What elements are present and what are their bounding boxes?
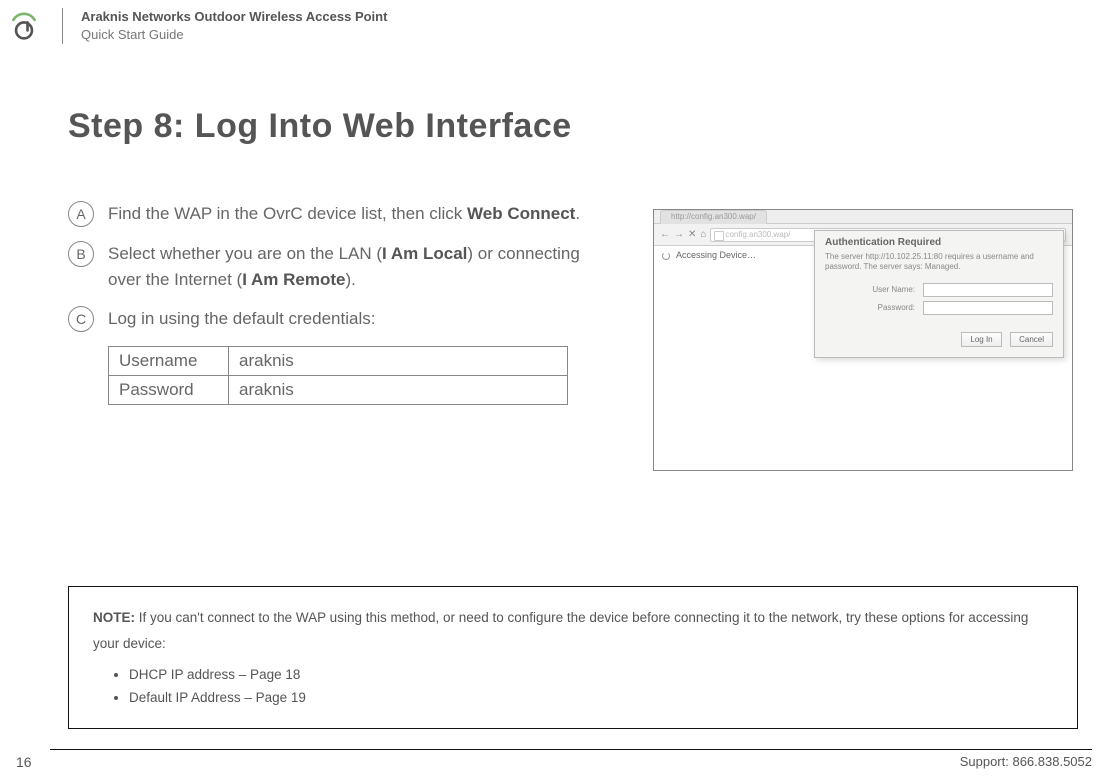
step-b-text: Select whether you are on the LAN (I Am …	[108, 241, 598, 292]
step-b: B Select whether you are on the LAN (I A…	[68, 241, 598, 292]
note-bold: NOTE:	[93, 610, 135, 625]
login-button: Log In	[961, 332, 1001, 347]
loading-text: Accessing Device…	[676, 250, 756, 260]
step-b-seg3: ).	[345, 270, 355, 289]
nav-forward-icon: →	[674, 229, 684, 240]
support-phone: Support: 866.838.5052	[960, 754, 1092, 770]
auth-buttons: Log In Cancel	[825, 329, 1053, 347]
cancel-button: Cancel	[1010, 332, 1053, 347]
step-marker-a: A	[68, 201, 94, 227]
doc-subtitle: Quick Start Guide	[81, 26, 387, 44]
table-row: Username araknis	[109, 347, 568, 376]
password-value-cell: araknis	[229, 376, 568, 405]
page-footer: 16 Support: 866.838.5052	[0, 749, 1108, 770]
spinner-icon	[662, 252, 670, 260]
table-row: Password araknis	[109, 376, 568, 405]
step-a-post: .	[575, 204, 580, 223]
page-header: Araknis Networks Outdoor Wireless Access…	[0, 0, 1108, 52]
note-box: NOTE: If you can't connect to the WAP us…	[68, 586, 1078, 729]
araknis-logo-icon	[6, 11, 42, 41]
auth-dialog-title: Authentication Required	[825, 237, 1053, 248]
step-b-bold2: I Am Remote	[242, 270, 345, 289]
step-a-pre: Find the WAP in the OvrC device list, th…	[108, 204, 467, 223]
auth-username-label: User Name:	[855, 285, 915, 294]
footer-rule	[50, 749, 1092, 750]
step-c: C Log in using the default credentials:	[68, 306, 598, 332]
page-title: Step 8: Log Into Web Interface	[0, 52, 1108, 146]
step-a-bold: Web Connect	[467, 204, 575, 223]
username-label-cell: Username	[109, 347, 229, 376]
footer-row: 16 Support: 866.838.5052	[16, 754, 1092, 770]
step-c-text: Log in using the default credentials:	[108, 306, 375, 332]
step-b-bold1: I Am Local	[382, 244, 467, 263]
note-list: DHCP IP address – Page 18 Default IP Add…	[93, 656, 1057, 710]
brand-logo	[4, 9, 44, 43]
auth-password-row: Password:	[825, 301, 1053, 315]
steps-column: A Find the WAP in the OvrC device list, …	[68, 201, 598, 471]
list-item: Default IP Address – Page 19	[129, 687, 1057, 710]
nav-home-icon: ⌂	[700, 229, 706, 240]
header-divider	[62, 8, 63, 44]
credentials-table: Username araknis Password araknis	[108, 346, 568, 405]
header-text-block: Araknis Networks Outdoor Wireless Access…	[81, 8, 387, 43]
nav-back-icon: ←	[660, 229, 670, 240]
auth-password-label: Password:	[855, 303, 915, 312]
step-marker-b: B	[68, 241, 94, 267]
username-value-cell: araknis	[229, 347, 568, 376]
list-item: DHCP IP address – Page 18	[129, 664, 1057, 687]
password-label-cell: Password	[109, 376, 229, 405]
browser-screenshot: http://config.an300.wap/ ← → ✕ ⌂ config.…	[653, 209, 1073, 471]
nav-reload-icon: ✕	[688, 229, 696, 240]
content-wrap: A Find the WAP in the OvrC device list, …	[0, 146, 1108, 471]
auth-dialog-message: The server http://10.102.25.11:80 requir…	[825, 252, 1053, 273]
step-b-seg1: Select whether you are on the LAN (	[108, 244, 382, 263]
auth-username-input	[923, 283, 1053, 297]
step-a-text: Find the WAP in the OvrC device list, th…	[108, 201, 580, 227]
doc-title: Araknis Networks Outdoor Wireless Access…	[81, 8, 387, 26]
page-number: 16	[16, 754, 32, 770]
browser-tab: http://config.an300.wap/	[660, 210, 767, 224]
note-text: If you can't connect to the WAP using th…	[93, 610, 1028, 651]
step-a: A Find the WAP in the OvrC device list, …	[68, 201, 598, 227]
page-loading-label: Accessing Device…	[662, 250, 756, 260]
auth-username-row: User Name:	[825, 283, 1053, 297]
auth-dialog: Authentication Required The server http:…	[814, 230, 1064, 358]
screenshot-column: http://config.an300.wap/ ← → ✕ ⌂ config.…	[653, 209, 1073, 471]
note-paragraph: NOTE: If you can't connect to the WAP us…	[93, 605, 1057, 656]
step-marker-c: C	[68, 306, 94, 332]
auth-password-input	[923, 301, 1053, 315]
